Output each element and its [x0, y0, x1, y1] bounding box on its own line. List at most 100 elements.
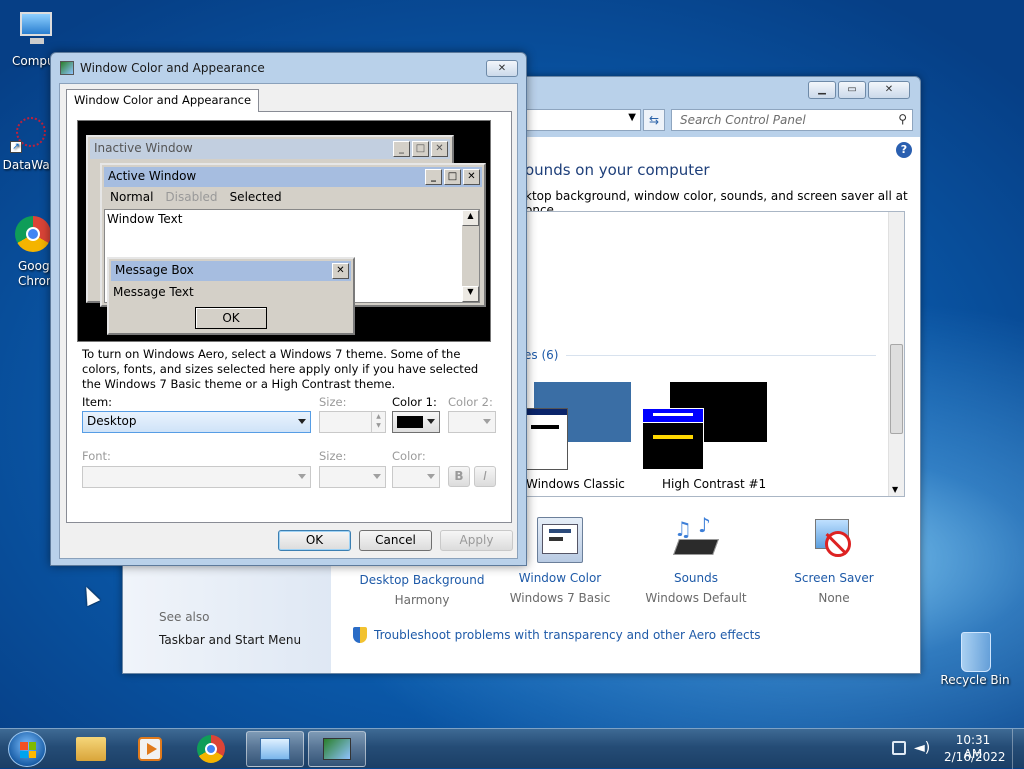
show-desktop-button[interactable] — [1012, 729, 1024, 769]
theme-windows-classic[interactable]: Windows Classic — [524, 382, 644, 494]
theme-high-contrast-1[interactable]: High Contrast #1 — [642, 382, 782, 494]
taskbar-media-player[interactable] — [122, 731, 180, 767]
menu-disabled: Disabled — [165, 190, 218, 204]
screen-saver-icon — [811, 517, 857, 563]
scroll-thumb[interactable] — [890, 344, 903, 434]
minimize-button[interactable]: ▁ — [808, 81, 836, 99]
maximize-button[interactable]: ▭ — [838, 81, 866, 99]
classic-window-preview — [524, 408, 568, 470]
minimize-icon: _ — [425, 169, 442, 185]
item-label: Item: — [82, 395, 113, 409]
sounds-label: Sounds — [673, 571, 719, 585]
computer-desktop-icon[interactable]: Compu — [6, 10, 56, 69]
search-placeholder: Search Control Panel — [680, 113, 806, 127]
color1-label: Color 1: — [392, 395, 437, 409]
gallery-group-label: es (6) — [524, 348, 559, 362]
dialog-title: Window Color and Appearance — [80, 61, 265, 75]
color1-picker[interactable] — [392, 411, 440, 433]
color2-picker[interactable] — [448, 411, 496, 433]
screen-saver-value: None — [818, 591, 850, 605]
chrome-label: Googl Chron — [18, 259, 54, 288]
cancel-button[interactable]: Cancel — [359, 530, 432, 551]
dialog-close-button[interactable]: ✕ — [486, 60, 518, 77]
apply-button[interactable]: Apply — [440, 530, 513, 551]
chevron-down-icon[interactable]: ▼ — [628, 112, 636, 123]
italic-button[interactable]: I — [474, 466, 496, 487]
window-color-app-icon — [323, 738, 351, 760]
item-select[interactable]: Desktop — [82, 411, 311, 433]
tray-network-icon[interactable] — [892, 741, 906, 755]
taskbar-explorer[interactable] — [62, 731, 120, 767]
see-also-label: See also — [159, 610, 210, 624]
inactive-title-bar: Inactive Window _ □ ✕ — [90, 139, 450, 159]
chevron-down-icon — [298, 474, 306, 479]
tray-volume-icon[interactable]: ◄) — [914, 740, 930, 756]
refresh-button[interactable]: ⇆ — [643, 109, 665, 131]
tab-window-color-appearance[interactable]: Window Color and Appearance — [66, 89, 260, 112]
start-button[interactable] — [8, 731, 46, 767]
msgbox-ok-button: OK — [195, 307, 267, 329]
preview-menu-bar: Normal Disabled Selected — [104, 189, 288, 207]
window-color-dialog: Window Color and Appearance ✕ Window Col… — [50, 52, 527, 566]
windows-logo-icon — [20, 742, 36, 758]
recycle-bin-label: Recycle Bin — [940, 673, 1010, 687]
media-player-icon — [138, 737, 162, 761]
chrome-icon — [11, 216, 55, 256]
taskbar-start-menu-link[interactable]: Taskbar and Start Menu — [159, 633, 301, 647]
gallery-group-divider — [566, 355, 876, 356]
menu-selected: Selected — [229, 190, 282, 204]
maximize-icon: □ — [444, 169, 461, 185]
font-color-picker[interactable] — [392, 466, 440, 488]
size-label: Size: — [319, 395, 347, 409]
window-color-label: Window Color — [518, 571, 602, 585]
scroll-down-arrow[interactable]: ▼ — [892, 485, 898, 494]
desktop-background-value: Harmony — [394, 593, 450, 607]
font-color-label: Color: — [392, 449, 426, 463]
search-input[interactable]: Search Control Panel ⚲ — [671, 109, 913, 131]
ok-button[interactable]: OK — [278, 530, 351, 551]
computer-icon — [16, 10, 60, 50]
chrome-icon — [197, 735, 225, 763]
font-size-select[interactable] — [319, 466, 386, 488]
font-size-label: Size: — [319, 449, 347, 463]
aero-info-text: To turn on Windows Aero, select a Window… — [82, 347, 479, 391]
classic-label: Windows Classic — [526, 477, 625, 491]
appearance-preview[interactable]: Inactive Window _ □ ✕ Active Window _ □ … — [77, 120, 491, 342]
recycle-bin-desktop-icon[interactable]: Recycle Bin — [940, 630, 1010, 688]
window-text: Window Text — [107, 212, 183, 226]
desktop-background-label: Desktop Background — [359, 573, 485, 587]
theme-gallery: es (6) Windows Classic High Contrast #1 — [523, 211, 905, 497]
datawag-icon: ↗ — [8, 115, 52, 155]
bottom-desktop-background[interactable]: Desktop Background Harmony — [343, 573, 501, 607]
preview-scrollbar: ▲ ▼ — [462, 210, 479, 302]
taskbar-chrome[interactable] — [182, 731, 240, 767]
active-title: Active Window — [108, 169, 197, 183]
hc-window-preview — [642, 408, 704, 470]
chevron-down-icon — [373, 474, 381, 479]
bottom-sounds[interactable]: ♫ ♪ Sounds Windows Default — [631, 513, 761, 605]
window-color-value: Windows 7 Basic — [509, 591, 611, 605]
close-icon: ✕ — [463, 169, 480, 185]
close-button[interactable]: ✕ — [868, 81, 910, 99]
sounds-icon: ♫ ♪ — [672, 513, 720, 563]
mouse-cursor-icon — [79, 583, 101, 607]
taskbar-window-color[interactable] — [308, 731, 366, 767]
taskbar-control-panel[interactable] — [246, 731, 304, 767]
chevron-down-icon — [298, 419, 306, 424]
clock-date[interactable]: 2/16/2022 — [944, 750, 1006, 764]
color1-swatch — [397, 416, 423, 428]
cp-caption-buttons: ▁ ▭ ✕ — [808, 81, 910, 99]
sounds-value: Windows Default — [645, 591, 747, 605]
help-icon[interactable]: ? — [896, 142, 912, 158]
message-box-preview: Message Box ✕ Message Text OK — [107, 257, 355, 335]
computer-label: Compu — [12, 54, 55, 68]
troubleshoot-label: Troubleshoot problems with transparency … — [374, 628, 761, 642]
msgbox-title: Message Box — [115, 263, 194, 277]
gallery-scrollbar[interactable]: ▼ — [888, 212, 904, 496]
font-select[interactable] — [82, 466, 311, 488]
troubleshoot-link[interactable]: Troubleshoot problems with transparency … — [353, 627, 761, 643]
close-icon: ✕ — [431, 141, 448, 157]
bold-button[interactable]: B — [448, 466, 470, 487]
size-spinner[interactable]: ▲ ▼ — [319, 411, 386, 433]
bottom-screen-saver[interactable]: Screen Saver None — [769, 517, 899, 605]
